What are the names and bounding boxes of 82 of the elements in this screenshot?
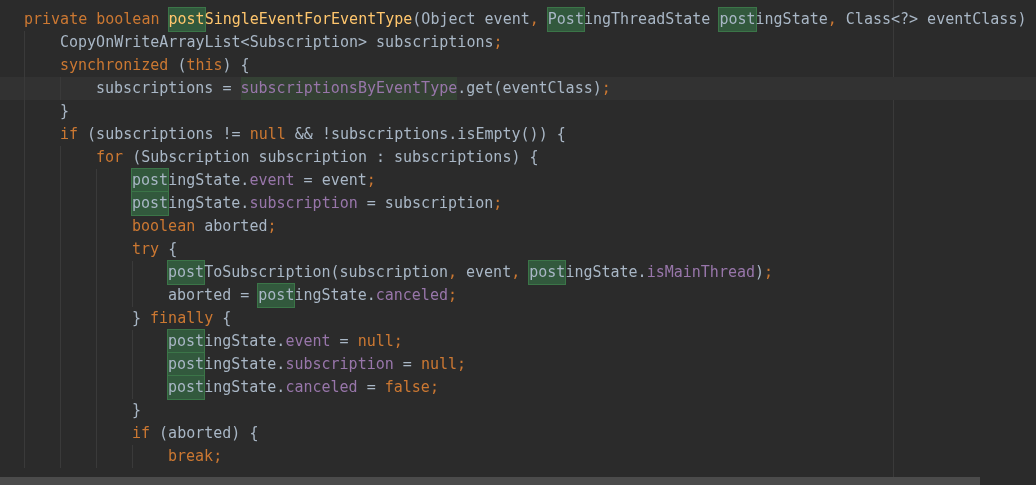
code-text: subscriptions = <box>96 78 233 99</box>
code-text: ingState. <box>565 262 647 283</box>
code-text: .get(eventClass) <box>457 78 602 99</box>
search-match: Post <box>547 8 584 31</box>
code-text: Class<?> eventClass) <box>845 9 1027 30</box>
code-text: ; <box>447 285 457 306</box>
code-text: (Object event <box>412 9 530 30</box>
code-text: finally <box>150 308 215 329</box>
code-text: subscription <box>249 193 358 214</box>
code-text: (aborted) { <box>159 423 259 444</box>
search-match: post <box>529 261 566 284</box>
code-text: , <box>447 262 458 283</box>
code-text: ( <box>177 55 187 76</box>
code-text: aborted <box>204 216 268 237</box>
code-text: , <box>511 262 522 283</box>
code-text: ; <box>601 78 611 99</box>
code-text: isMainThread <box>646 262 756 283</box>
code-text: = subscription <box>365 193 494 214</box>
code-text: event <box>466 262 512 283</box>
code-text: = <box>338 331 350 352</box>
code-text: ingState <box>755 9 828 30</box>
usage-highlight: subscriptionsByEventType <box>240 77 458 100</box>
code-text: ; <box>764 262 774 283</box>
code-text: SingleEventForEventType <box>204 9 413 30</box>
code-text: } <box>132 400 142 421</box>
code-text: synchronized <box>60 55 170 76</box>
code-text: ingState. <box>204 377 286 398</box>
code-text: ingState. <box>204 331 286 352</box>
code-text: { <box>222 308 232 329</box>
code-text: } <box>132 308 143 329</box>
code-text: canceled <box>285 377 358 398</box>
code-text: for <box>96 147 125 168</box>
code-text: if <box>60 124 80 145</box>
search-match: post <box>132 192 169 215</box>
code-text: ; <box>493 32 503 53</box>
code-text: aborted = <box>168 285 251 306</box>
code-text: } <box>60 101 70 122</box>
code-text: null <box>249 124 287 145</box>
search-match: post <box>168 376 205 399</box>
code-text: this <box>186 55 223 76</box>
search-match: post <box>719 8 756 31</box>
code-text: ) { <box>222 55 250 76</box>
code-text: break; <box>168 446 223 467</box>
code-text: && !subscriptions.isEmpty()) { <box>294 124 566 145</box>
code-text: try <box>132 239 161 260</box>
code-editor[interactable] <box>0 0 1036 485</box>
code-text: ingState. <box>294 285 376 306</box>
code-text: ; <box>493 193 503 214</box>
code-text: = <box>401 354 413 375</box>
code-text: null; <box>420 354 467 375</box>
search-match: post <box>168 261 205 284</box>
code-text: = <box>365 377 377 398</box>
code-text: boolean <box>132 216 197 237</box>
code-text: if <box>132 423 152 444</box>
code-text: ingState. <box>168 193 250 214</box>
code-text: { <box>168 239 178 260</box>
code-text: , <box>827 9 838 30</box>
code-text: ingState. <box>204 354 286 375</box>
code-text: null; <box>357 331 403 352</box>
search-match: post <box>168 353 205 376</box>
code-text: CopyOnWriteArrayList<Subscription> subscriptions <box>60 32 494 53</box>
search-match: post <box>132 169 169 192</box>
code-text: false; <box>384 377 439 398</box>
code-text: = event <box>302 170 367 191</box>
search-match: post <box>168 8 205 31</box>
code-text: ingState. <box>168 170 250 191</box>
code-text: event <box>285 331 331 352</box>
code-text: (Subscription subscription : subscriptions) { <box>132 147 539 168</box>
code-text: ; <box>267 216 277 237</box>
code-text: canceled <box>375 285 448 306</box>
code-text: ingThreadState <box>583 9 712 30</box>
code-text: private boolean <box>24 9 161 30</box>
search-match: post <box>258 284 295 307</box>
horizontal-scrollbar[interactable] <box>0 477 980 485</box>
code-text: ) <box>755 262 765 283</box>
code-text: subscription <box>285 354 394 375</box>
code-text: (subscriptions != <box>87 124 242 145</box>
code-text: event <box>249 170 295 191</box>
code-text: ; <box>366 170 376 191</box>
search-match: post <box>168 330 205 353</box>
code-text: ToSubscription(subscription <box>204 262 448 283</box>
code-text: , <box>529 9 540 30</box>
